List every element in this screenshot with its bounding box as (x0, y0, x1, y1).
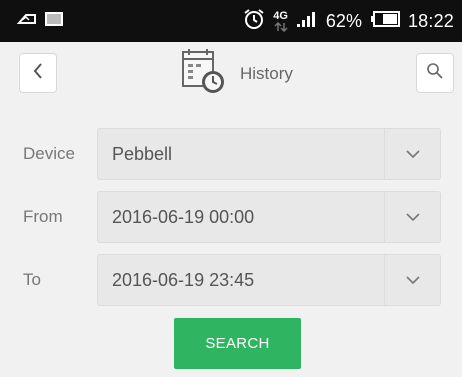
image-icon (44, 11, 64, 32)
chevron-down-icon (384, 192, 440, 242)
from-datetime-select[interactable]: 2016-06-19 00:00 (97, 191, 441, 243)
signal-icon (296, 10, 318, 33)
status-left (0, 11, 64, 32)
network-type-icon: 4G (273, 9, 288, 32)
to-label: To (23, 270, 41, 289)
battery-percent: 62% (325, 10, 362, 31)
status-right: 4G 62% 18:22 (243, 8, 462, 35)
device-label: Device (23, 144, 75, 163)
battery-icon (370, 10, 400, 32)
search-button[interactable] (416, 53, 454, 93)
device-row: Device Pebbell (0, 128, 462, 180)
page-title: History (240, 64, 293, 83)
app-bar: History (0, 42, 462, 108)
network-type-label: 4G (273, 9, 288, 22)
magnifier-icon (426, 62, 444, 85)
alarm-icon (243, 8, 265, 35)
chevron-left-icon (32, 62, 44, 85)
search-submit-button[interactable]: SEARCH (174, 318, 301, 369)
chevron-down-icon (384, 129, 440, 179)
back-button[interactable] (19, 53, 57, 93)
from-value: 2016-06-19 00:00 (112, 206, 255, 227)
to-datetime-select[interactable]: 2016-06-19 23:45 (97, 254, 441, 306)
from-label: From (23, 207, 63, 226)
from-row: From 2016-06-19 00:00 (0, 191, 462, 243)
to-value: 2016-06-19 23:45 (112, 269, 255, 290)
device-select[interactable]: Pebbell (97, 128, 441, 180)
to-row: To 2016-06-19 23:45 (0, 254, 462, 306)
chevron-down-icon (384, 255, 440, 305)
page-title-group: History (180, 48, 293, 100)
device-value: Pebbell (112, 143, 173, 164)
status-bar: 4G 62% 18:22 (0, 0, 462, 42)
history-calendar-clock-icon (180, 48, 226, 101)
notification-icon (16, 11, 38, 32)
clock: 18:22 (407, 10, 454, 31)
